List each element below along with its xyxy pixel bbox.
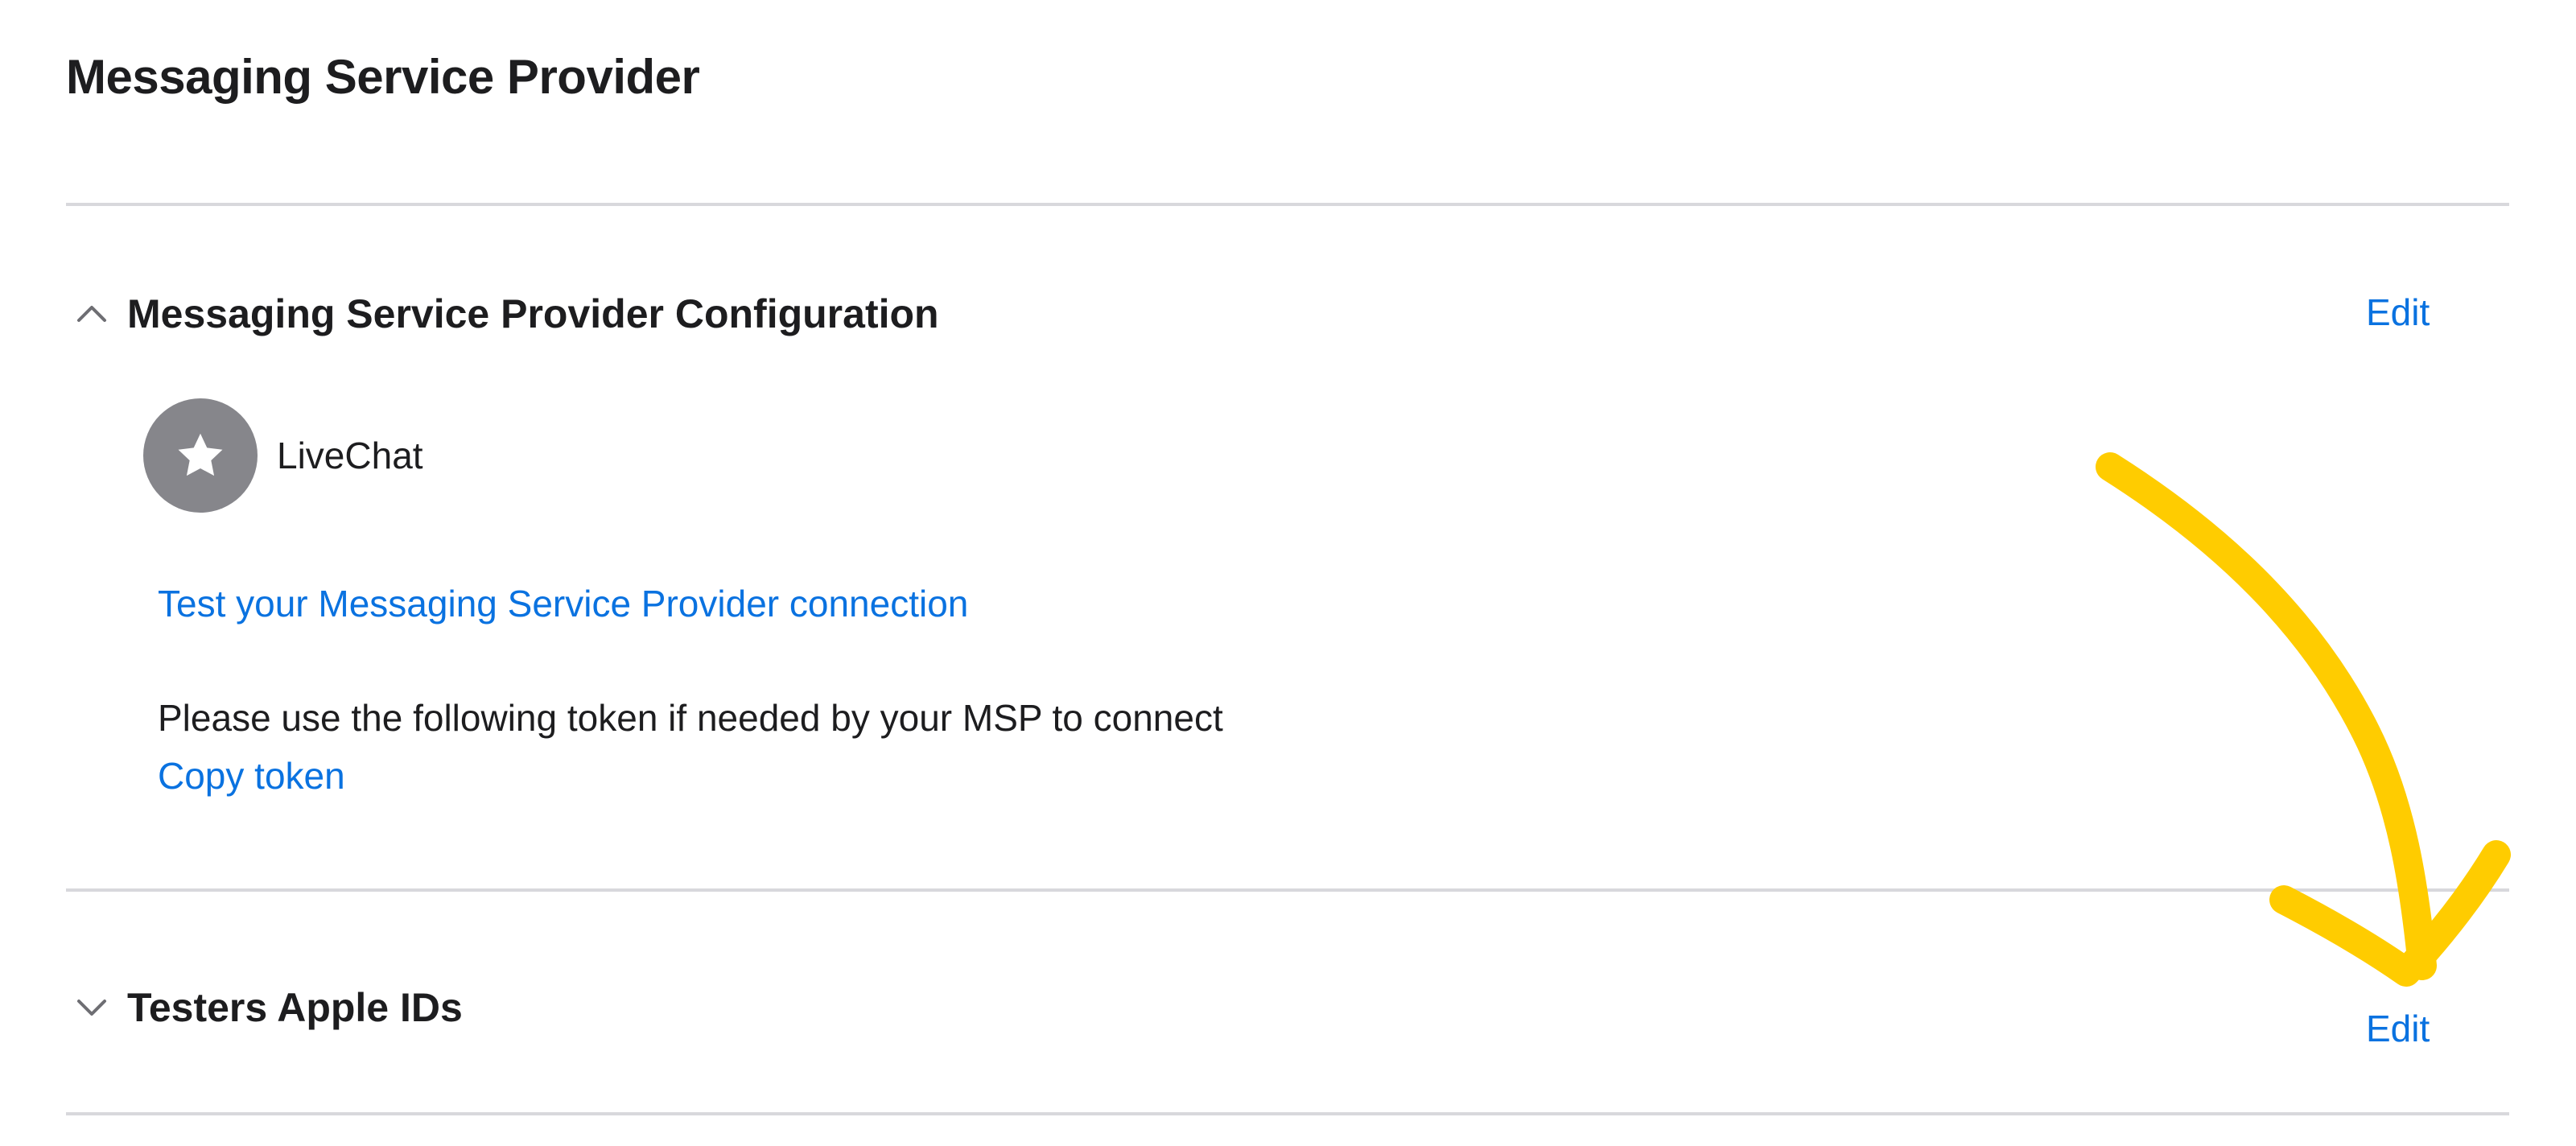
page-title: Messaging Service Provider <box>66 50 700 104</box>
annotation-arrow-icon <box>2096 452 2511 987</box>
section-title-testers: Testers Apple IDs <box>127 985 463 1030</box>
star-icon <box>178 433 223 476</box>
edit-configuration-button[interactable]: Edit <box>2366 288 2430 336</box>
chevron-up-icon[interactable] <box>66 288 117 340</box>
provider-name: LiveChat <box>277 435 423 476</box>
test-connection-link[interactable]: Test your Messaging Service Provider con… <box>158 579 968 628</box>
copy-token-link[interactable]: Copy token <box>158 752 345 800</box>
avatar <box>143 398 258 513</box>
divider <box>66 203 2509 206</box>
provider-row: LiveChat <box>143 398 423 513</box>
divider <box>66 1112 2509 1115</box>
edit-testers-button[interactable]: Edit <box>2366 1004 2430 1053</box>
divider <box>66 888 2509 892</box>
section-header-testers[interactable]: Testers Apple IDs <box>66 977 463 1038</box>
section-title-configuration: Messaging Service Provider Configuration <box>127 291 939 336</box>
chevron-down-icon[interactable] <box>66 982 117 1033</box>
section-header-configuration[interactable]: Messaging Service Provider Configuration <box>66 283 939 344</box>
token-instructions: Please use the following token if needed… <box>158 697 1223 739</box>
